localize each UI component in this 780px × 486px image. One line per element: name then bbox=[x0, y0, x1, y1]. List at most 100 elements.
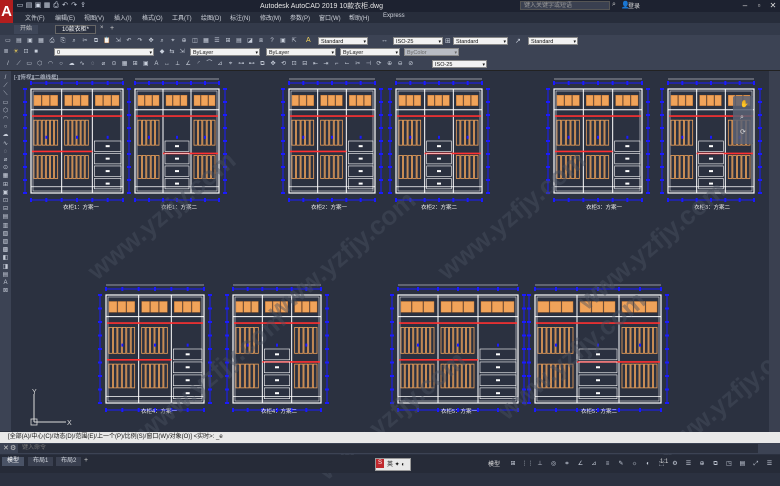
tool-36-icon[interactable]: ⊕ bbox=[386, 60, 394, 68]
draw-tool-19-icon[interactable]: ▧ bbox=[1, 230, 10, 238]
table-style-select[interactable]: Standard bbox=[453, 37, 508, 45]
menu-1[interactable]: 编辑(E) bbox=[55, 13, 75, 22]
redo-icon[interactable]: ↷ bbox=[136, 37, 144, 45]
layer-properties-icon[interactable]: ≣ bbox=[2, 48, 10, 56]
viewport-controls[interactable]: [-][俯视][二维线框] bbox=[14, 73, 58, 81]
linetype-select[interactable]: ByLayer bbox=[266, 48, 336, 56]
tool-0-icon[interactable]: / bbox=[4, 60, 12, 68]
draw-tool-14-icon[interactable]: ▣ bbox=[1, 189, 10, 197]
tool-26-icon[interactable]: ⟲ bbox=[280, 60, 288, 68]
draw-tool-6-icon[interactable]: ○ bbox=[1, 123, 10, 131]
menu-11[interactable]: 帮助(H) bbox=[349, 13, 369, 22]
save-icon[interactable]: ▣ bbox=[34, 2, 42, 10]
tool-25-icon[interactable]: ✥ bbox=[269, 60, 277, 68]
layout-tab-model[interactable]: 模型 bbox=[2, 457, 25, 466]
wardrobe-drawing-4[interactable] bbox=[388, 78, 490, 202]
tool-29-icon[interactable]: ⇤ bbox=[311, 60, 319, 68]
tool-17-icon[interactable]: ∠ bbox=[184, 60, 192, 68]
tool-27-icon[interactable]: ⊡ bbox=[290, 60, 298, 68]
zoom-icon[interactable]: ⌕ bbox=[740, 114, 744, 122]
dim-style-select-2[interactable]: ISO-25 bbox=[432, 60, 487, 68]
status-tool-18-icon[interactable]: ⤢ bbox=[751, 459, 761, 469]
layout-tab-1[interactable]: 布局1 bbox=[28, 457, 54, 466]
undo-icon[interactable]: ↶ bbox=[61, 2, 69, 10]
add-layout-icon[interactable]: + bbox=[84, 457, 88, 464]
draw-tool-24-icon[interactable]: ▤ bbox=[1, 271, 10, 279]
command-settings-icon[interactable]: ⚙ bbox=[10, 444, 16, 452]
new-file-icon[interactable]: ▭ bbox=[16, 2, 24, 10]
input-method-icon[interactable]: S bbox=[376, 459, 384, 468]
draw-tool-13-icon[interactable]: ⊞ bbox=[1, 181, 10, 189]
orbit-icon[interactable]: ⟳ bbox=[740, 128, 746, 136]
zoom-realtime-icon[interactable]: ⌕ bbox=[158, 37, 166, 45]
menu-0[interactable]: 文件(F) bbox=[25, 13, 45, 22]
open-file-icon[interactable]: ▤ bbox=[25, 2, 33, 10]
menu-2[interactable]: 视图(V) bbox=[84, 13, 104, 22]
save-icon[interactable]: ▣ bbox=[26, 37, 34, 45]
layer-select[interactable]: 0 bbox=[54, 48, 154, 56]
menu-4[interactable]: 格式(O) bbox=[142, 13, 163, 22]
pan-icon[interactable]: ✥ bbox=[147, 37, 155, 45]
preview-icon[interactable]: ⎙ bbox=[48, 37, 56, 45]
tool-28-icon[interactable]: ⊟ bbox=[301, 60, 309, 68]
draw-tool-17-icon[interactable]: ▤ bbox=[1, 213, 10, 221]
status-tool-15-icon[interactable]: ⧉ bbox=[711, 459, 721, 469]
tool-2-icon[interactable]: ▭ bbox=[25, 60, 33, 68]
tool-7-icon[interactable]: ∿ bbox=[78, 60, 86, 68]
open-icon[interactable]: ▤ bbox=[15, 37, 23, 45]
draw-tool-12-icon[interactable]: ▦ bbox=[1, 172, 10, 180]
status-tool-2-icon[interactable]: ⊥ bbox=[535, 459, 545, 469]
tool-20-icon[interactable]: ⊿ bbox=[216, 60, 224, 68]
pan-icon[interactable]: ✋ bbox=[740, 100, 749, 108]
tool-3-icon[interactable]: ⬡ bbox=[36, 60, 44, 68]
layer-color-icon[interactable]: ■ bbox=[32, 48, 40, 56]
draw-tool-1-icon[interactable]: ⟋ bbox=[1, 82, 10, 90]
markup-icon[interactable]: ▤ bbox=[235, 37, 243, 45]
status-tool-13-icon[interactable]: ☰ bbox=[684, 459, 694, 469]
annotation-scale[interactable]: 1:1 bbox=[660, 459, 668, 465]
status-tool-1-icon[interactable]: ⋮⋮ bbox=[522, 459, 534, 469]
draw-tool-3-icon[interactable]: ▭ bbox=[1, 99, 10, 107]
status-tool-17-icon[interactable]: ▤ bbox=[738, 459, 748, 469]
draw-tool-8-icon[interactable]: ∿ bbox=[1, 140, 10, 148]
sheet-set-icon[interactable]: ⊞ bbox=[224, 37, 232, 45]
status-tool-0-icon[interactable]: ⊞ bbox=[508, 459, 518, 469]
new-tab-icon[interactable]: + bbox=[110, 25, 114, 32]
tab-drawing[interactable]: 10款衣柜* bbox=[55, 25, 97, 34]
draw-tool-23-icon[interactable]: ◨ bbox=[1, 263, 10, 271]
zoom-window-icon[interactable]: ⌖ bbox=[169, 37, 177, 45]
export-icon[interactable]: ⇱ bbox=[290, 37, 298, 45]
match-layer-icon[interactable]: ⇲ bbox=[178, 48, 186, 56]
login-link[interactable]: 登录 bbox=[628, 1, 640, 10]
menu-6[interactable]: 绘图(D) bbox=[201, 13, 221, 22]
layer-lock-icon[interactable]: ⊡ bbox=[22, 48, 30, 56]
tool-24-icon[interactable]: ⧉ bbox=[258, 60, 266, 68]
layer-on-icon[interactable]: ☀ bbox=[12, 48, 20, 56]
share-icon[interactable]: ⇪ bbox=[79, 2, 87, 10]
cut-icon[interactable]: ✂ bbox=[81, 37, 89, 45]
tool-38-icon[interactable]: ⊘ bbox=[407, 60, 415, 68]
tool-31-icon[interactable]: ⌐ bbox=[333, 60, 341, 68]
status-tool-16-icon[interactable]: ◳ bbox=[724, 459, 734, 469]
menu-3[interactable]: 插入(I) bbox=[114, 13, 132, 22]
menu-12[interactable]: Express bbox=[383, 13, 405, 19]
dim-style-icon[interactable]: ↔ bbox=[381, 37, 388, 44]
menu-9[interactable]: 参数(P) bbox=[290, 13, 310, 22]
table-style-icon[interactable]: ⊞ bbox=[445, 37, 451, 45]
status-tool-12-icon[interactable]: ⚙ bbox=[670, 459, 680, 469]
lineweight-select[interactable]: ByLayer bbox=[340, 48, 400, 56]
new-icon[interactable]: ▭ bbox=[4, 37, 12, 45]
color-select[interactable]: ByLayer bbox=[190, 48, 260, 56]
publish-icon[interactable]: ⎘ bbox=[59, 37, 67, 45]
draw-tool-2-icon[interactable]: ⟍ bbox=[1, 90, 10, 98]
wardrobe-drawing-3[interactable] bbox=[281, 78, 383, 202]
draw-tool-16-icon[interactable]: ⊟ bbox=[1, 205, 10, 213]
tool-14-icon[interactable]: A bbox=[152, 60, 160, 68]
tool-1-icon[interactable]: ⟋ bbox=[15, 60, 23, 68]
tool-18-icon[interactable]: ◜ bbox=[195, 60, 203, 68]
draw-tool-15-icon[interactable]: ⊡ bbox=[1, 197, 10, 205]
tool-21-icon[interactable]: ⌖ bbox=[227, 60, 235, 68]
redo-icon[interactable]: ↷ bbox=[70, 2, 78, 10]
layer-previous-icon[interactable]: ⇆ bbox=[168, 48, 176, 56]
save-as-icon[interactable]: ▦ bbox=[43, 2, 51, 10]
